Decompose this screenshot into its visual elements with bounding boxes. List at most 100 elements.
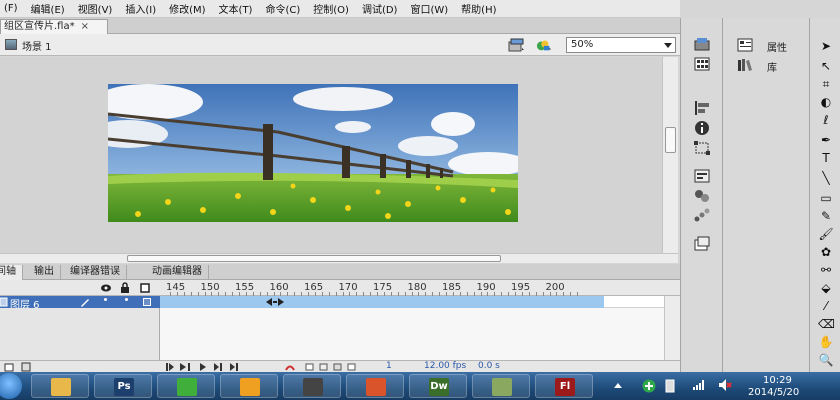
taskbar-app-project[interactable] [472,374,530,398]
tool-rectangle-icon[interactable]: ▭ [818,190,834,206]
timeline-vertical-scrollbar[interactable] [664,296,680,360]
tool-eyedropper-icon[interactable]: ⁄ [818,298,834,314]
taskbar-app-media[interactable] [220,374,278,398]
components-panel-icon[interactable] [693,168,711,184]
menu-item[interactable]: 视图(V) [74,1,122,16]
menu-item[interactable]: (F) [0,3,27,14]
network-icon[interactable] [692,379,706,391]
taskbar-app-flash[interactable]: Fl [535,374,593,398]
tool-free-transform-icon[interactable]: ⌗ [818,76,834,92]
layer-row[interactable]: 图层 6 [0,296,160,311]
tool-pencil-icon[interactable]: ✎ [818,208,834,224]
tool-brush-icon[interactable]: 🖌 [818,226,834,242]
onion-skin-icon[interactable] [284,362,374,372]
menu-item[interactable]: 窗口(W) [406,1,457,16]
zoom-select[interactable]: 50% [566,37,676,53]
timeline-tab[interactable]: 输出 [28,265,61,280]
tool-text-icon[interactable]: T [818,150,834,166]
stage-horizontal-scrollbar[interactable] [0,253,678,263]
edit-symbols-icon[interactable] [536,38,552,52]
menu-item[interactable]: 修改(M) [165,1,214,16]
zoom-value: 50% [571,39,594,50]
tool-pen-icon[interactable]: ✒ [818,132,834,148]
library-icon[interactable] [737,58,753,72]
frame-rate[interactable]: 12.00 fps [424,361,466,371]
lock-dot[interactable] [125,298,128,301]
playback-controls-icon[interactable] [164,362,260,372]
scene-panel-icon[interactable] [693,236,711,252]
browser-icon [177,378,197,396]
scroll-thumb[interactable] [127,255,501,262]
scroll-thumb[interactable] [665,127,676,153]
swatches-panel-icon[interactable] [693,56,711,72]
motion-presets-panel-icon[interactable] [693,208,711,224]
tool-hand-icon[interactable]: ✋ [818,334,834,350]
tool-selection-icon[interactable]: ➤ [818,38,834,54]
playhead-icon[interactable] [264,297,286,307]
panel-name-column: 属性 库 [722,18,809,372]
menu-item[interactable]: 编辑(E) [27,1,74,16]
tool-paint-bucket-icon[interactable]: ⬙ [818,280,834,296]
taskbar: 10:29 2014/5/20 Ps Dw Fl [0,372,840,400]
tool-deco-icon[interactable]: ✿ [818,244,834,260]
tool-3d-rotation-icon[interactable]: ◐ [818,94,834,110]
menu-item[interactable]: 命令(C) [261,1,309,16]
device-icon[interactable] [664,379,676,393]
tool-zoom-icon[interactable]: 🔍 [818,352,834,368]
timeline-tab[interactable]: 时间轴 [0,265,23,280]
volume-muted-icon[interactable] [718,378,732,392]
new-layer-icon[interactable] [4,362,34,372]
media-icon [240,378,260,396]
color-panel-icon[interactable] [693,36,711,52]
close-tab-icon[interactable]: × [81,21,89,32]
tool-lasso-icon[interactable]: ℓ [818,112,834,128]
add-icon[interactable] [642,379,656,393]
properties-icon[interactable] [737,38,753,52]
menu-item[interactable]: 文本(T) [215,1,262,16]
info-panel-icon[interactable] [693,120,711,136]
library-panel-label[interactable]: 库 [767,59,777,74]
taskbar-app-dreamweaver[interactable]: Dw [409,374,467,398]
tool-bone-icon[interactable]: ⚯ [818,262,834,278]
show-hidden-icons-icon[interactable] [614,382,622,390]
taskbar-app-presentation[interactable] [346,374,404,398]
outline-color-swatch[interactable] [143,298,151,306]
taskbar-app-photoshop[interactable]: Ps [94,374,152,398]
menu-item[interactable]: 控制(O) [309,1,358,16]
start-button[interactable] [0,373,22,399]
document-tab[interactable]: 组区宣传片.fla* × [0,19,108,34]
menu-item[interactable]: 调试(D) [358,1,407,16]
edit-scene-icon[interactable] [508,38,524,52]
menu-item[interactable]: 帮助(H) [457,1,505,16]
outline-icon[interactable] [140,283,150,293]
timeline-header: 145 150 155 160 165 170 175 180 185 190 195 200 [0,280,680,296]
menu-item[interactable]: 插入(I) [121,1,165,16]
transform-panel-icon[interactable] [693,140,711,156]
document-tab-bar: 组区宣传片.fla* × [0,18,680,34]
stage-vertical-scrollbar[interactable] [662,57,678,253]
align-panel-icon[interactable] [693,100,711,116]
tool-eraser-icon[interactable]: ⌫ [818,316,835,332]
scene-bar: 场景 1 50% [0,34,680,56]
lock-icon[interactable] [120,282,130,293]
frame-number: 195 [511,282,531,293]
tween-span[interactable] [160,296,604,308]
clock-time[interactable]: 10:29 [763,375,792,386]
properties-panel-label[interactable]: 属性 [767,39,787,54]
visible-dot[interactable] [104,298,107,301]
taskbar-app-explorer[interactable] [31,374,89,398]
timeline-tab[interactable]: 编译器错误 [64,265,127,280]
clock-date[interactable]: 2014/5/20 [748,387,799,398]
stage-image[interactable] [108,84,518,222]
system-tray [608,372,840,400]
taskbar-app-browser[interactable] [157,374,215,398]
behaviors-panel-icon[interactable] [693,188,711,204]
scene-label[interactable]: 场景 1 [22,38,52,53]
tool-subselection-icon[interactable]: ↖ [818,58,834,74]
eye-icon[interactable] [100,283,112,293]
timeline-tab[interactable]: 动画编辑器 [146,265,209,280]
taskbar-app-camera[interactable] [283,374,341,398]
pencil-icon [81,299,89,307]
frames-row[interactable] [160,296,664,308]
tool-line-icon[interactable]: ╲ [818,170,834,186]
